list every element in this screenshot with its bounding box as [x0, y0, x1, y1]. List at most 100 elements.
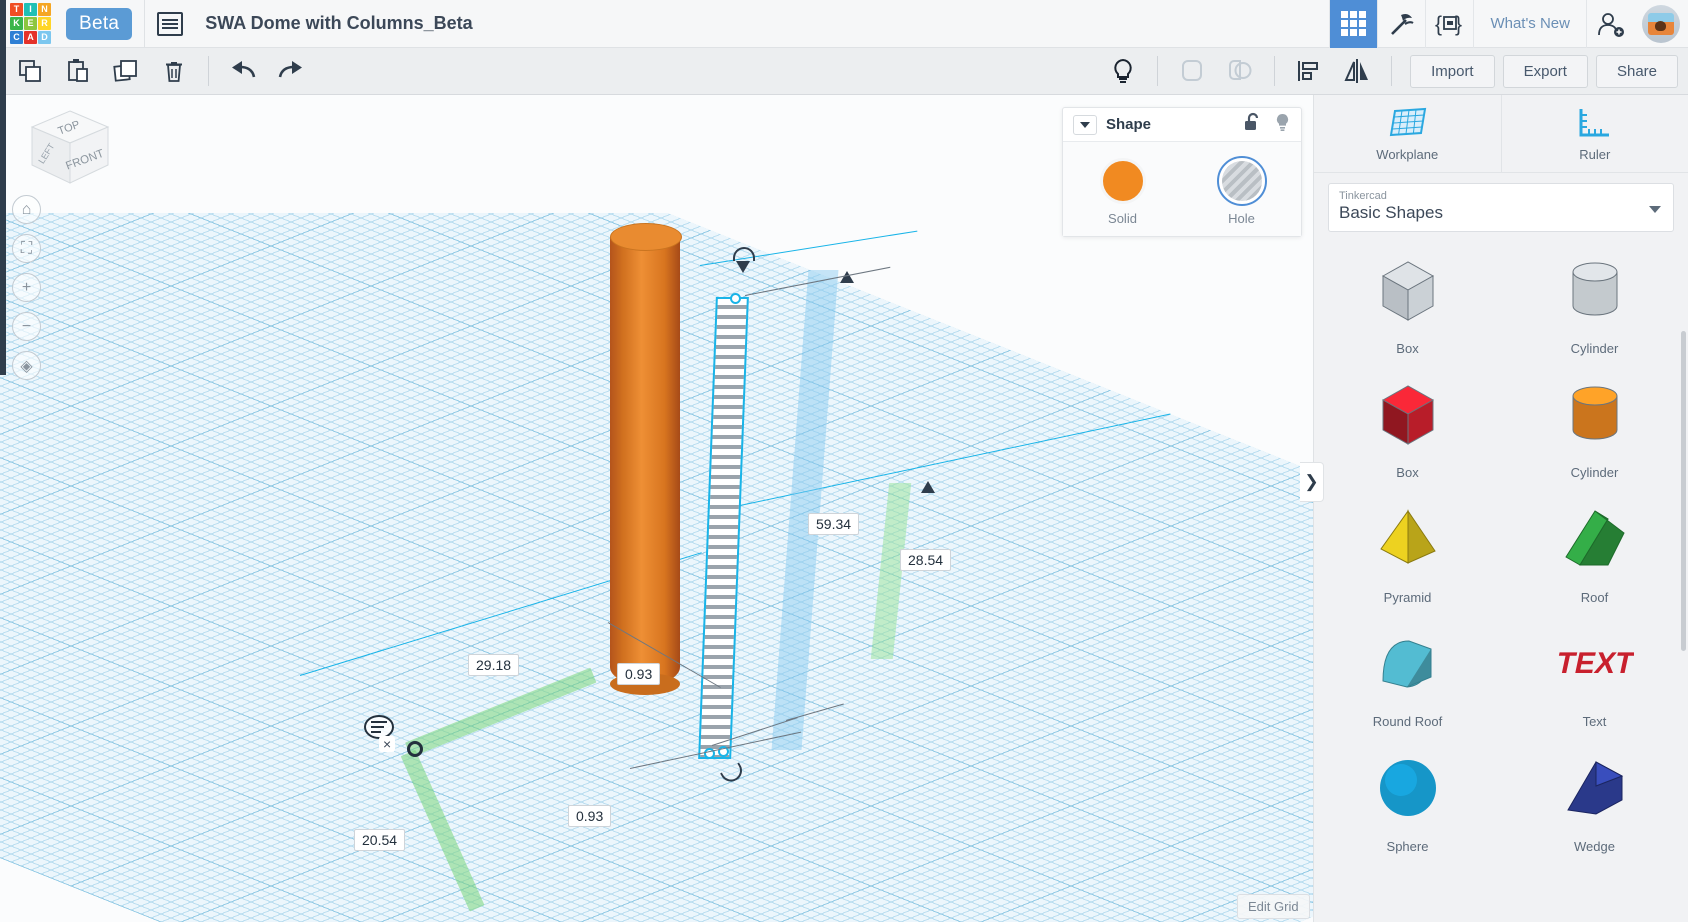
shape-grid-scrollbar[interactable] — [1681, 331, 1686, 651]
pickaxe-icon[interactable] — [1377, 0, 1425, 48]
shape-sphere-thumbnail-icon — [1369, 752, 1447, 831]
shape-box-red[interactable]: Box — [1314, 370, 1501, 486]
shape-panel-header: Shape — [1063, 108, 1301, 142]
duplicate-button[interactable] — [102, 48, 150, 95]
dim-0-93-top[interactable]: 0.93 — [617, 663, 661, 685]
logo-tile-i: I — [24, 2, 37, 16]
svg-text:TEXT: TEXT — [1556, 647, 1634, 680]
shape-round-roof[interactable]: Round Roof — [1314, 619, 1501, 735]
shape-panel-header-icons — [1244, 112, 1291, 137]
solid-swatch-icon — [1099, 158, 1146, 204]
shape-box-hole[interactable]: Box — [1314, 246, 1501, 362]
shape-roof-label: Roof — [1580, 589, 1609, 605]
edit-grid-button[interactable]: Edit Grid — [1237, 894, 1310, 919]
whats-new-link[interactable]: What's New — [1473, 0, 1586, 48]
shape-pyramid[interactable]: Pyramid — [1314, 495, 1501, 611]
divider — [1274, 56, 1276, 86]
logo-tile-k: K — [10, 16, 23, 30]
beta-badge[interactable]: Beta — [66, 7, 133, 40]
dim-28-54[interactable]: 28.54 — [900, 549, 952, 571]
redo-button[interactable] — [267, 48, 315, 95]
shape-cylinder-hole-label: Cylinder — [1570, 341, 1619, 356]
workplane-tool[interactable]: Workplane — [1314, 95, 1501, 172]
shape-text-label: Text — [1582, 714, 1607, 730]
top-scale-handle[interactable] — [730, 293, 741, 304]
add-person-icon[interactable] — [1586, 0, 1634, 48]
dim-20-54[interactable]: 20.54 — [354, 829, 406, 851]
logo-tile-c: C — [10, 30, 23, 44]
hole-option[interactable]: Hole — [1216, 156, 1267, 226]
left-rail-accent-3 — [0, 95, 6, 375]
library-tools-row: Workplane Ruler — [1314, 95, 1688, 173]
hole-option-label: Hole — [1228, 211, 1255, 226]
shape-inspector-panel[interactable]: Shape Solid Hole — [1062, 107, 1302, 237]
ruler-tool[interactable]: Ruler — [1500, 95, 1688, 172]
library-select-wrap: Tinkercad Basic Shapes — [1314, 173, 1688, 240]
shape-cylinder-hole[interactable]: Cylinder — [1501, 246, 1688, 362]
library-collection-label: Basic Shapes — [1339, 203, 1443, 222]
page-title[interactable]: SWA Dome with Columns_Beta — [205, 13, 472, 34]
solid-option[interactable]: Solid — [1099, 158, 1146, 226]
edit-toolbar-right: Import Export Share — [1099, 48, 1688, 95]
ruler-origin-handle[interactable] — [407, 741, 423, 757]
mirror-button[interactable] — [1333, 48, 1381, 95]
solid-option-label: Solid — [1108, 211, 1137, 226]
export-button[interactable]: Export — [1502, 54, 1588, 88]
project-list-icon[interactable] — [157, 11, 184, 36]
logo-tile-e: E — [24, 16, 37, 30]
orange-cylinder-object[interactable] — [610, 223, 682, 695]
zoom-in-button[interactable]: + — [12, 273, 41, 302]
lightbulb-icon[interactable] — [1099, 48, 1147, 95]
dim-0-93-bottom[interactable]: 0.93 — [568, 805, 612, 827]
tinkercad-logo[interactable]: TIN KER CAD — [10, 2, 52, 45]
shape-wedge-thumbnail-icon — [1556, 752, 1634, 831]
shape-panel-body: Solid Hole — [1063, 142, 1301, 236]
unlock-icon[interactable] — [1244, 112, 1262, 137]
shape-cylinder-orange-thumbnail-icon — [1556, 378, 1634, 457]
shape-cylinder-orange[interactable]: Cylinder — [1501, 370, 1688, 486]
view-cube[interactable]: TOP LEFT FRONT — [22, 103, 118, 199]
shape-round-roof-label: Round Roof — [1372, 714, 1443, 730]
logo-tile-r: R — [38, 16, 51, 30]
divider — [1157, 56, 1159, 86]
import-button[interactable]: Import — [1410, 54, 1495, 88]
shape-wedge[interactable]: Wedge — [1501, 744, 1688, 860]
ungroup-button[interactable] — [1216, 48, 1264, 95]
shape-box-red-label: Box — [1396, 465, 1419, 481]
delete-button[interactable] — [150, 48, 198, 95]
paste-button[interactable] — [54, 48, 102, 95]
copy-button[interactable] — [6, 48, 54, 95]
share-button[interactable]: Share — [1595, 54, 1678, 88]
workplane-tool-label: Workplane — [1376, 147, 1439, 162]
codeblocks-icon[interactable]: { } — [1425, 0, 1473, 48]
shape-wedge-label: Wedge — [1574, 838, 1615, 854]
lightbulb-icon[interactable] — [1274, 112, 1291, 137]
dim-29-18[interactable]: 29.18 — [468, 654, 520, 676]
shape-roof[interactable]: Roof — [1501, 495, 1688, 611]
undo-button[interactable] — [219, 48, 267, 95]
logo-tile-t: T — [10, 2, 23, 16]
avatar[interactable] — [1634, 4, 1688, 43]
fit-view-button[interactable]: ⛶ — [12, 234, 41, 263]
group-button[interactable] — [1168, 48, 1216, 95]
shape-text[interactable]: TEXT Text — [1501, 619, 1688, 735]
align-button[interactable] — [1285, 48, 1333, 95]
height-handle-arrow-icon[interactable] — [736, 261, 750, 273]
shape-cylinder-orange-label: Cylinder — [1570, 465, 1619, 481]
shape-sphere[interactable]: Sphere — [1314, 744, 1501, 860]
left-rail-accent — [0, 0, 6, 48]
zoom-out-button[interactable]: − — [12, 312, 41, 341]
home-view-button[interactable]: ⌂ — [12, 195, 41, 224]
chevron-down-icon[interactable] — [1073, 114, 1097, 135]
shape-box-hole-label: Box — [1396, 341, 1419, 356]
apps-grid-icon[interactable] — [1329, 0, 1378, 48]
dim-59-34[interactable]: 59.34 — [808, 513, 860, 535]
tinkercad-app: TIN KER CAD Beta SWA Dome with Columns_Bet… — [0, 0, 1688, 922]
shape-library-select[interactable]: Tinkercad Basic Shapes — [1328, 183, 1674, 232]
orthographic-toggle-button[interactable]: ◈ — [12, 351, 41, 380]
ruler-close-button[interactable]: × — [379, 736, 396, 752]
vertical-dim-arrow-icon-2 — [921, 481, 935, 493]
shape-round-roof-thumbnail-icon — [1369, 627, 1447, 706]
collapse-panel-button[interactable]: ❯ — [1300, 462, 1324, 502]
shape-roof-thumbnail-icon — [1556, 503, 1634, 582]
